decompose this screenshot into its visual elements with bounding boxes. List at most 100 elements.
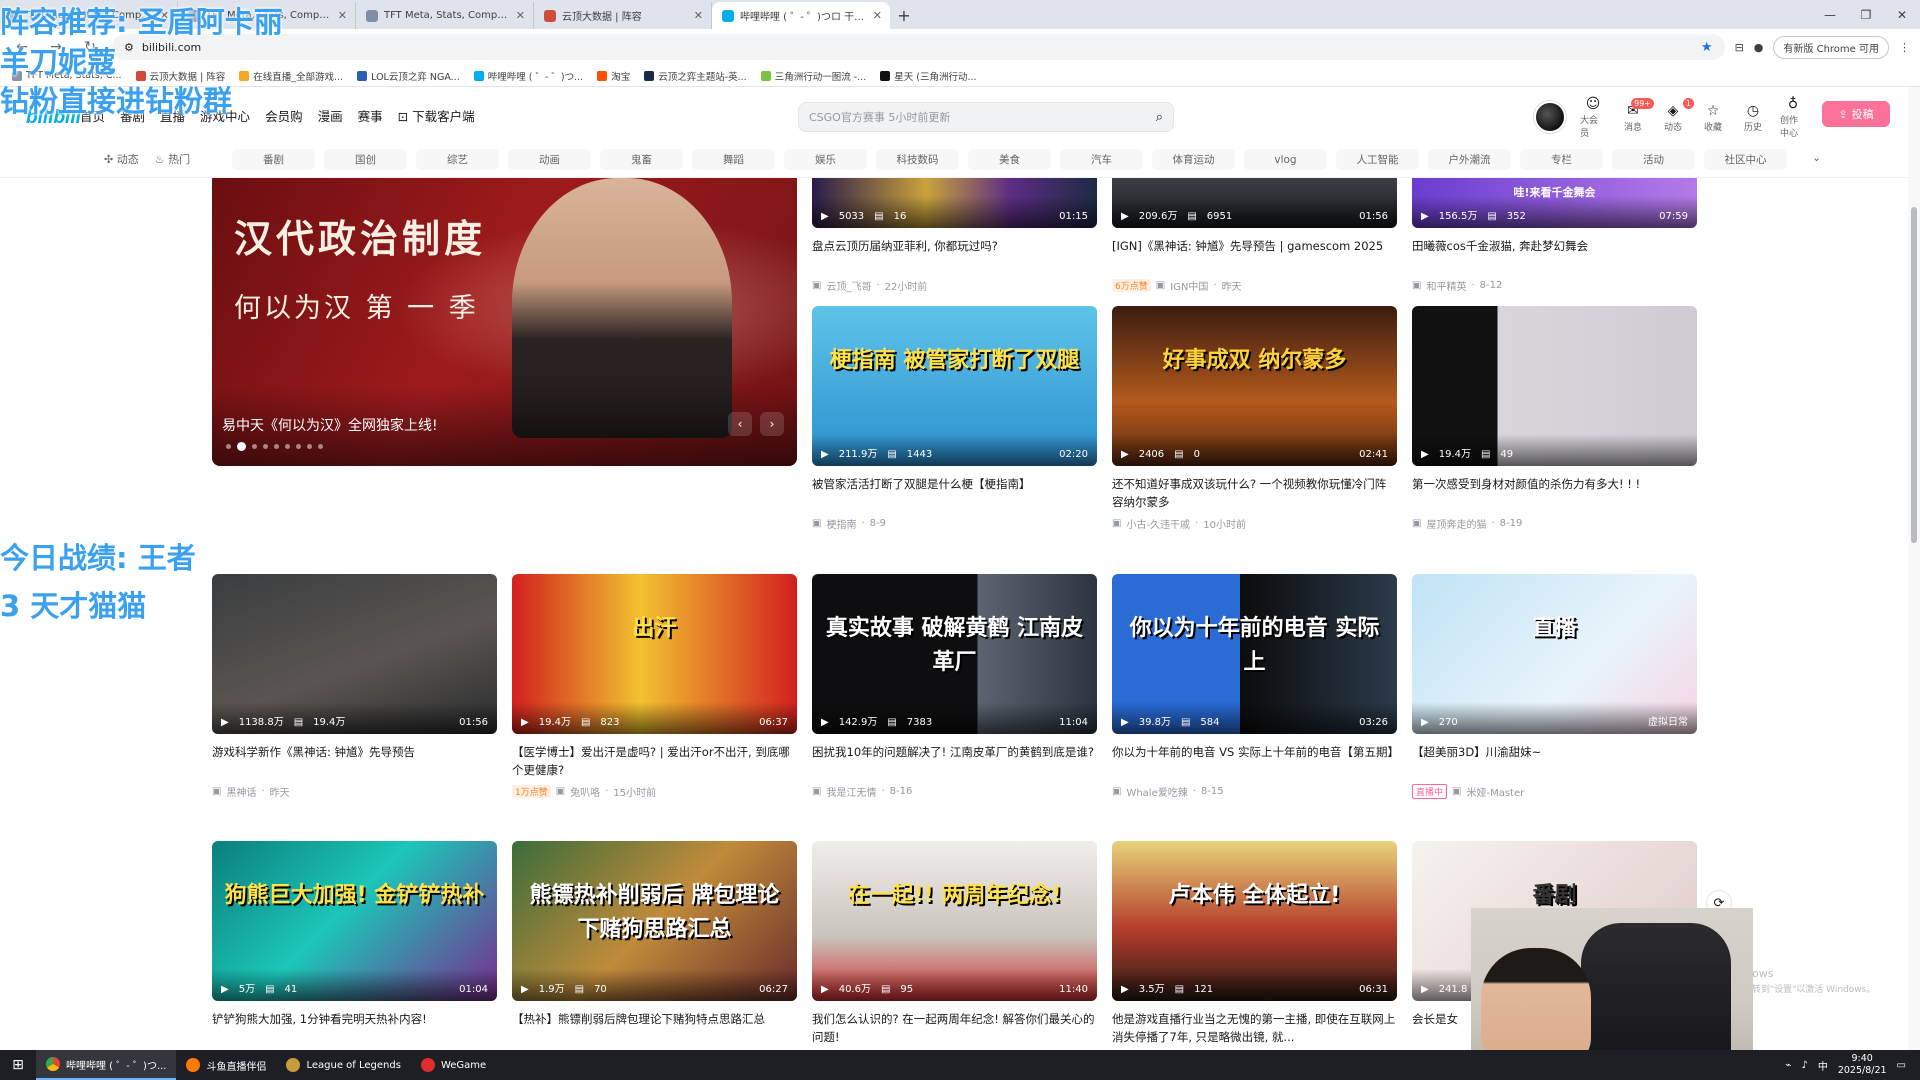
cast-icon[interactable]: ⊟ <box>1735 41 1744 54</box>
video-thumbnail[interactable]: 你以为十年前的电音 实际上 ▶ 39.8万 ▤ 584 03:26 <box>1112 574 1397 734</box>
video-uploader-info[interactable]: ▣ 梗指南 · 8-9 <box>812 516 1097 531</box>
vip-entry[interactable]: ☺ 大会员 <box>1580 95 1606 139</box>
carousel-next-button[interactable]: › <box>760 412 784 436</box>
channel-item[interactable]: 专栏 <box>1520 149 1603 170</box>
video-title[interactable]: 我们怎么认识的? 在一起两周年纪念! 解答你们最关心的问题! <box>812 1010 1097 1046</box>
video-uploader-info[interactable]: 直播中 ▣ 米娅-Master <box>1412 784 1697 799</box>
channel-item[interactable]: 活动 <box>1612 149 1695 170</box>
video-title[interactable]: 第一次感受到身材对颜值的杀伤力有多大! ! ! <box>1412 475 1697 511</box>
banner-caption[interactable]: 易中天《何以为汉》全网独家上线! <box>222 415 438 435</box>
tab-close-icon[interactable]: ✕ <box>873 9 882 22</box>
tab-close-icon[interactable]: ✕ <box>516 9 525 22</box>
update-chrome-button[interactable]: 有新版 Chrome 可用 <box>1773 35 1889 59</box>
video-title[interactable]: 困扰我10年的问题解决了! 江南皮革厂的黄鹤到底是谁? <box>812 743 1097 779</box>
search-input[interactable]: CSGO官方赛事 5小时前更新 ⌕ <box>798 102 1174 132</box>
nav-download-client[interactable]: ⊡ 下载客户端 <box>398 106 475 125</box>
channel-item[interactable]: 娱乐 <box>784 149 867 170</box>
taskbar-item-lol[interactable]: League of Legends <box>276 1050 410 1080</box>
channel-item[interactable]: 动画 <box>508 149 591 170</box>
carousel-prev-button[interactable]: ‹ <box>728 412 752 436</box>
carousel-dot[interactable] <box>274 444 279 449</box>
video-title[interactable]: 游戏科学新作《黑神话: 钟馗》先导预告 <box>212 743 497 779</box>
tab-close-icon[interactable]: ✕ <box>338 9 347 22</box>
carousel-dot[interactable] <box>285 444 290 449</box>
video-uploader-info[interactable]: ▣ 我是江无情 · 8-16 <box>812 784 1097 799</box>
video-title[interactable]: 盘点云顶历届纳亚菲利, 你都玩过吗? <box>812 237 1097 273</box>
history-entry[interactable]: ◷ 历史 <box>1740 102 1766 133</box>
channel-item[interactable]: 户外潮流 <box>1428 149 1511 170</box>
video-thumbnail[interactable]: ▶ 1138.8万 ▤ 19.4万 01:56 <box>212 574 497 734</box>
video-uploader-info[interactable]: ▣ 黑神话 · 昨天 <box>212 784 497 799</box>
minimize-icon[interactable]: — <box>1812 0 1848 29</box>
video-uploader-info[interactable]: 1万点赞 ▣ 兔叭咯 · 15小时前 <box>512 784 797 799</box>
channel-item[interactable]: 体育运动 <box>1152 149 1235 170</box>
channel-item[interactable]: 汽车 <box>1060 149 1143 170</box>
video-card[interactable]: ▶ 1138.8万 ▤ 19.4万 01:56 游戏科学新作《黑神话: 钟馗》先导预告 ▣ 黑… <box>212 574 497 799</box>
channel-item[interactable]: vlog <box>1244 149 1327 170</box>
tab-close-icon[interactable]: ✕ <box>694 9 703 22</box>
close-icon[interactable]: ✕ <box>1884 0 1920 29</box>
avatar[interactable] <box>1534 101 1566 133</box>
carousel-dot[interactable] <box>296 444 301 449</box>
video-title[interactable]: 田曦薇cos千金淑猫, 奔赴梦幻舞会 <box>1412 237 1697 273</box>
browser-tab[interactable]: 云顶大数据 | 阵容 ✕ <box>534 2 712 29</box>
video-thumbnail[interactable]: 熊镖热补削弱后 牌包理论下赌狗思路汇总 ▶ 1.9万 ▤ 70 06:27 <box>512 841 797 1001</box>
dynamics-entry[interactable]: 1 ◈ 动态 <box>1660 97 1694 133</box>
video-thumbnail[interactable]: 真实故事 破解黄鹤 江南皮革厂 ▶ 142.9万 ▤ 7383 11:04 <box>812 574 1097 734</box>
video-card[interactable]: ▶ 19.4万 ▤ 49 第一次感受到身材对颜值的杀伤力有多大! ! ! ▣ 屋顶奔走的猫 ·… <box>1412 306 1697 531</box>
video-card[interactable]: 卢本伟 全体起立! ▶ 3.5万 ▤ 121 06:31 他是游戏直播行业当之无愧的第一主播… <box>1112 841 1397 1046</box>
notification-icon[interactable]: ▭ <box>1897 1060 1906 1071</box>
nav-mall[interactable]: 会员购 <box>265 106 303 125</box>
taskbar-item-wegame[interactable]: WeGame <box>411 1050 496 1080</box>
windows-start-icon[interactable]: ⊞ <box>0 1050 36 1080</box>
video-uploader-info[interactable]: ▣ 屋顶奔走的猫 · 8-19 <box>1412 516 1697 531</box>
bookmark-item[interactable]: 云顶大数据 | 阵容 <box>135 69 225 83</box>
messages-entry[interactable]: 99+ ✉ 消息 <box>1620 97 1654 133</box>
carousel-dot[interactable] <box>226 444 231 449</box>
taskbar-item-douyu[interactable]: 斗鱼直播伴侣 <box>176 1050 276 1080</box>
video-card[interactable]: 熊镖热补削弱后 牌包理论下赌狗思路汇总 ▶ 1.9万 ▤ 70 06:27 【热补】熊镖削弱… <box>512 841 797 1046</box>
channel-dynamics[interactable]: ✣ 动态 <box>104 151 139 167</box>
video-uploader-info[interactable]: ▣ Whale爱吃辣 · 8-15 <box>1112 784 1397 799</box>
channel-item[interactable]: 国创 <box>324 149 407 170</box>
video-card[interactable]: 你以为十年前的电音 实际上 ▶ 39.8万 ▤ 584 03:26 你以为十年前的电音 VS… <box>1112 574 1397 799</box>
video-title[interactable]: 你以为十年前的电音 VS 实际上十年前的电音【第五期】 <box>1112 743 1397 779</box>
video-thumbnail[interactable]: 哇!来看千金舞会 ▶ 156.5万 ▤ 352 07:59 <box>1412 178 1697 228</box>
bookmark-item[interactable]: LOL云顶之弈 NGA... <box>357 69 460 83</box>
search-icon[interactable]: ⌕ <box>1156 110 1163 125</box>
carousel-dot[interactable] <box>307 444 312 449</box>
video-thumbnail[interactable]: 出汗 ▶ 19.4万 ▤ 823 06:37 <box>512 574 797 734</box>
bookmark-item[interactable]: 哔哩哔哩 ( ゜- ゜)つ... <box>473 69 583 83</box>
video-thumbnail[interactable]: 直播 ▶ 270 虚拟日常 <box>1412 574 1697 734</box>
video-card[interactable]: 真实故事 破解黄鹤 江南皮革厂 ▶ 142.9万 ▤ 7383 11:04 困扰我10年的问… <box>812 574 1097 799</box>
video-title[interactable]: 【医学博士】爱出汗是虚吗? | 爱出汗or不出汗, 到底哪个更健康? <box>512 743 797 779</box>
video-thumbnail[interactable]: 在一起!! 两周年纪念! ▶ 40.6万 ▤ 95 11:40 <box>812 841 1097 1001</box>
video-title[interactable]: 铲铲狗熊大加强, 1分钟看完明天热补内容! <box>212 1010 497 1046</box>
video-title[interactable]: 被管家活活打断了双腿是什么梗【梗指南】 <box>812 475 1097 511</box>
chevron-down-icon[interactable]: ⌄ <box>1812 151 1821 164</box>
video-card[interactable]: 出汗 ▶ 19.4万 ▤ 823 06:37 【医学博士】爱出汗是虚吗? | 爱出汗or不出… <box>512 574 797 799</box>
video-uploader-info[interactable]: ▣ 小古-久违干戚 · 10小时前 <box>1112 516 1397 531</box>
video-thumbnail[interactable]: ▶ 19.4万 ▤ 49 <box>1412 306 1697 466</box>
page-scrollbar[interactable] <box>1908 87 1920 1050</box>
browser-tab-active[interactable]: 哔哩哔哩 ( ゜- ゜)つロ 干杯~-bi✕ <box>712 2 890 29</box>
video-card[interactable]: 好事成双 纳尔蒙多 ▶ 2406 ▤ 0 02:41 还不知道好事成双该玩什么? 一个视频教… <box>1112 306 1397 531</box>
video-card[interactable]: 梗指南 被管家打断了双腿 ▶ 211.9万 ▤ 1443 02:20 被管家活活打断了双腿是… <box>812 306 1097 531</box>
bookmark-star-icon[interactable]: ★ <box>1701 40 1713 55</box>
channel-item[interactable]: 美食 <box>968 149 1051 170</box>
carousel-dot[interactable] <box>263 444 268 449</box>
video-title[interactable]: 【热补】熊镖削弱后牌包理论下赌狗特点思路汇总 <box>512 1010 797 1046</box>
video-thumbnail[interactable]: 梗指南 被管家打断了双腿 ▶ 211.9万 ▤ 1443 02:20 <box>812 306 1097 466</box>
network-icon[interactable]: ⌁ <box>1785 1060 1791 1071</box>
video-uploader-info[interactable]: ▣ 和平精英 · 8-12 <box>1412 278 1697 293</box>
bookmark-item[interactable]: 三角洲行动一图流 -... <box>760 69 866 83</box>
volume-icon[interactable]: ♪ <box>1801 1060 1807 1071</box>
video-title[interactable]: [IGN]《黑神话: 钟馗》先导预告 | gamescom 2025 <box>1112 237 1397 273</box>
channel-item[interactable]: 人工智能 <box>1336 149 1419 170</box>
carousel-dot-active[interactable] <box>237 442 246 451</box>
scrollbar-thumb[interactable] <box>1911 207 1917 543</box>
menu-icon[interactable]: ⋮ <box>1899 41 1910 54</box>
nav-esports[interactable]: 赛事 <box>358 106 383 125</box>
video-thumbnail[interactable]: 好事成双 纳尔蒙多 ▶ 2406 ▤ 0 02:41 <box>1112 306 1397 466</box>
video-card[interactable]: ▶ 209.6万 ▤ 6951 01:56 [IGN]《黑神话: 钟馗》先导预告 | ga… <box>1112 178 1397 293</box>
